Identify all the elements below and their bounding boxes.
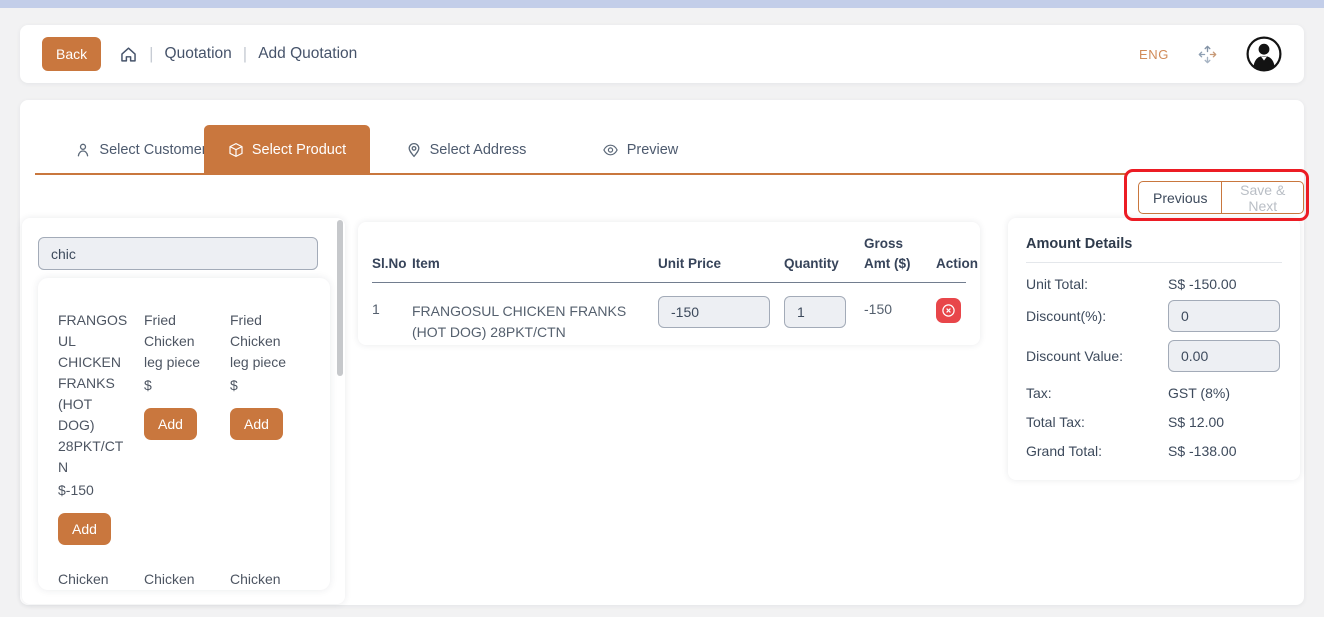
product-result: Fried Chicken leg piece $ Add <box>144 310 214 545</box>
tax-label: Tax: <box>1026 385 1168 401</box>
breadcrumb-divider: | <box>149 44 153 64</box>
tab-label: Select Product <box>252 142 346 158</box>
add-product-button[interactable]: Add <box>230 408 283 440</box>
discount-value-row: Discount Value: <box>1026 340 1282 372</box>
home-icon[interactable] <box>119 45 138 64</box>
discount-percent-input[interactable] <box>1168 300 1280 332</box>
amount-details-title: Amount Details <box>1026 236 1282 263</box>
tab-label: Preview <box>627 142 679 158</box>
selected-items-table: Sl.No Item Unit Price Quantity Gross Amt… <box>358 222 980 345</box>
header-bar: Back | Quotation | Add Quotation ENG <box>20 25 1304 83</box>
user-avatar-icon[interactable] <box>1246 36 1282 72</box>
product-price: $ <box>230 375 300 396</box>
product-name: FRANGOSUL CHICKEN FRANKS (HOT DOG) 28PKT… <box>58 310 128 478</box>
tax-row: Tax: GST (8%) <box>1026 385 1282 401</box>
previous-button[interactable]: Previous <box>1138 181 1222 214</box>
unit-total-value: S$ -150.00 <box>1168 276 1237 292</box>
tax-value: GST (8%) <box>1168 385 1230 401</box>
tab-select-address[interactable]: Select Address <box>392 125 540 175</box>
header-action: Action <box>936 254 966 274</box>
header-sl-no: Sl.No <box>372 254 412 274</box>
product-result: FRANGOSUL CHICKEN FRANKS (HOT DOG) 28PKT… <box>58 310 128 545</box>
table-header-row: Sl.No Item Unit Price Quantity Gross Amt… <box>372 234 966 283</box>
product-result: Chicken Legs <box>230 569 300 590</box>
discount-percent-row: Discount(%): <box>1026 300 1282 332</box>
product-name: Chicken Legs <box>230 569 300 590</box>
fullscreen-move-icon[interactable] <box>1197 44 1218 65</box>
product-result: Chicken Legs <box>144 569 214 590</box>
breadcrumb-section[interactable]: Quotation <box>165 45 232 63</box>
tab-preview[interactable]: Preview <box>588 125 692 175</box>
add-product-button[interactable]: Add <box>144 408 197 440</box>
circle-x-icon <box>941 303 956 318</box>
breadcrumb-divider: | <box>243 44 247 64</box>
row-gross-amt: -150 <box>864 296 936 317</box>
unit-price-input[interactable] <box>658 296 770 328</box>
save-next-button[interactable]: Save & Next <box>1222 181 1304 214</box>
product-name: Fried Chicken leg piece <box>230 310 300 373</box>
step-actions: Previous Save & Next <box>1138 181 1304 214</box>
product-price: $-150 <box>58 480 128 501</box>
header-gross-amt: Gross Amt ($) <box>864 234 936 274</box>
product-price: $ <box>144 375 214 396</box>
grand-total-label: Grand Total: <box>1026 443 1168 459</box>
product-results-card: FRANGOSUL CHICKEN FRANKS (HOT DOG) 28PKT… <box>38 278 330 590</box>
tabs-underline <box>35 173 1128 175</box>
total-tax-row: Total Tax: S$ 12.00 <box>1026 414 1282 430</box>
add-product-button[interactable]: Add <box>58 513 111 545</box>
row-sl-no: 1 <box>372 296 412 317</box>
tab-select-customer[interactable]: Select Customer <box>60 125 222 175</box>
tab-select-product[interactable]: Select Product <box>204 125 370 175</box>
header-item: Item <box>412 254 658 274</box>
back-button[interactable]: Back <box>42 37 101 71</box>
row-item-name: FRANGOSUL CHICKEN FRANKS (HOT DOG) 28PKT… <box>412 296 648 343</box>
grand-total-row: Grand Total: S$ -138.00 <box>1026 443 1282 459</box>
scrollbar-thumb[interactable] <box>337 220 343 376</box>
quantity-input[interactable] <box>784 296 846 328</box>
product-name: Chicken Legs <box>144 569 214 590</box>
tab-label: Select Customer <box>99 142 206 158</box>
total-tax-value: S$ 12.00 <box>1168 414 1224 430</box>
discount-value-input[interactable] <box>1168 340 1280 372</box>
breadcrumb-page: Add Quotation <box>258 45 357 63</box>
language-selector[interactable]: ENG <box>1139 47 1169 62</box>
discount-value-label: Discount Value: <box>1026 348 1168 364</box>
unit-total-row: Unit Total: S$ -150.00 <box>1026 276 1282 292</box>
header-unit-price: Unit Price <box>658 254 784 274</box>
main-panel: Select Customer Select Product Select Ad… <box>20 100 1304 605</box>
discount-percent-label: Discount(%): <box>1026 308 1168 324</box>
header-quantity: Quantity <box>784 254 864 274</box>
product-name: Chicken Legs <box>58 569 128 590</box>
product-grid: FRANGOSUL CHICKEN FRANKS (HOT DOG) 28PKT… <box>58 310 330 590</box>
product-result: Fried Chicken leg piece $ Add <box>230 310 300 545</box>
total-tax-label: Total Tax: <box>1026 414 1168 430</box>
top-strip <box>0 0 1324 8</box>
amount-details-card: Amount Details Unit Total: S$ -150.00 Di… <box>1008 218 1300 480</box>
product-result: Chicken Legs <box>58 569 128 590</box>
product-name: Fried Chicken leg piece <box>144 310 214 373</box>
product-search-panel: FRANGOSUL CHICKEN FRANKS (HOT DOG) 28PKT… <box>22 218 345 604</box>
product-search-input[interactable] <box>38 237 318 270</box>
unit-total-label: Unit Total: <box>1026 276 1168 292</box>
grand-total-value: S$ -138.00 <box>1168 443 1237 459</box>
delete-row-button[interactable] <box>936 298 961 323</box>
tab-label: Select Address <box>430 142 527 158</box>
table-row: 1 FRANGOSUL CHICKEN FRANKS (HOT DOG) 28P… <box>372 283 966 343</box>
